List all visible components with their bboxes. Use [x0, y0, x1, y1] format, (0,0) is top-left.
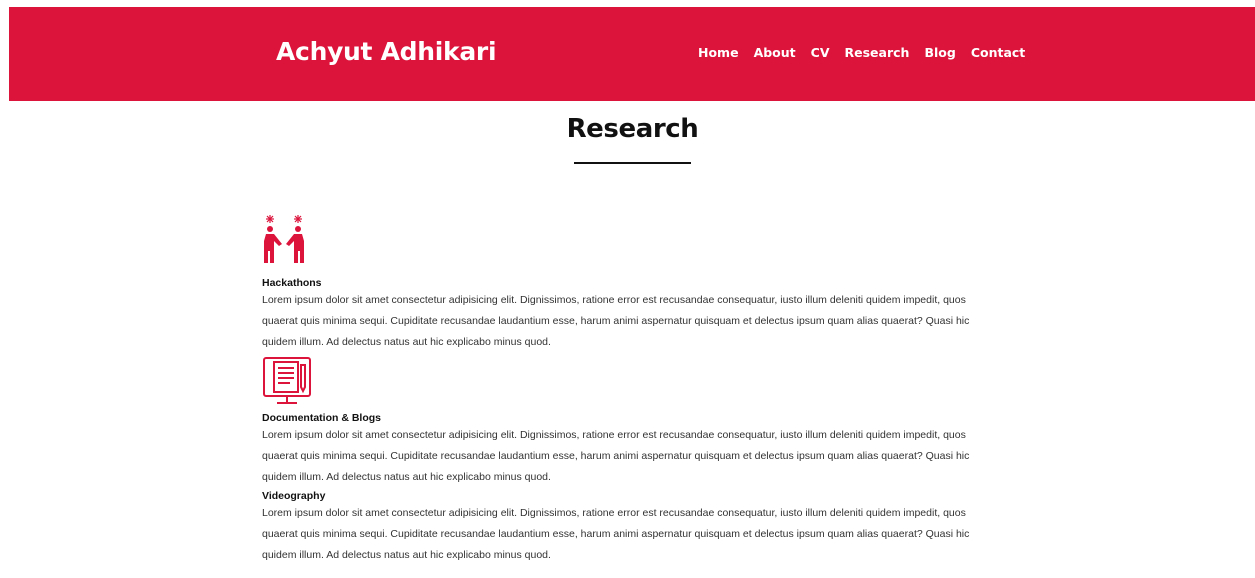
- nav-link-contact[interactable]: Contact: [971, 45, 1025, 60]
- section-documentation-blogs: Documentation & Blogs Lorem ipsum dolor …: [262, 355, 1002, 488]
- section-heading: Hackathons: [262, 277, 322, 289]
- section-text: Lorem ipsum dolor sit amet consectetur a…: [262, 429, 970, 483]
- section-videography: Videography Lorem ipsum dolor sit amet c…: [262, 489, 1002, 566]
- nav-link-research[interactable]: Research: [845, 45, 910, 60]
- nav-link-about[interactable]: About: [754, 45, 796, 60]
- nav-link-home[interactable]: Home: [698, 45, 739, 60]
- hackathon-people-icon: [264, 215, 304, 263]
- section-hackathons: Hackathons Lorem ipsum dolor sit amet co…: [262, 214, 1002, 353]
- section-text: Lorem ipsum dolor sit amet consectetur a…: [262, 507, 970, 561]
- document-monitor-icon: [263, 357, 311, 404]
- navbar: Achyut Adhikari Home About CV Research B…: [9, 7, 1255, 101]
- nav-link-blog[interactable]: Blog: [924, 45, 955, 60]
- nav-link-cv[interactable]: CV: [811, 45, 830, 60]
- title-underline: [574, 162, 691, 164]
- page-title: Research: [566, 114, 699, 144]
- section-heading: Videography: [262, 490, 326, 502]
- page: Achyut Adhikari Home About CV Research B…: [0, 0, 1255, 578]
- brand-logo-link[interactable]: Achyut Adhikari: [276, 37, 497, 66]
- section-heading: Documentation & Blogs: [262, 412, 382, 424]
- main-nav: Home About CV Research Blog Contact: [698, 45, 1040, 60]
- section-text: Lorem ipsum dolor sit amet consectetur a…: [262, 294, 970, 348]
- research-content: Hackathons Lorem ipsum dolor sit amet co…: [262, 214, 1002, 566]
